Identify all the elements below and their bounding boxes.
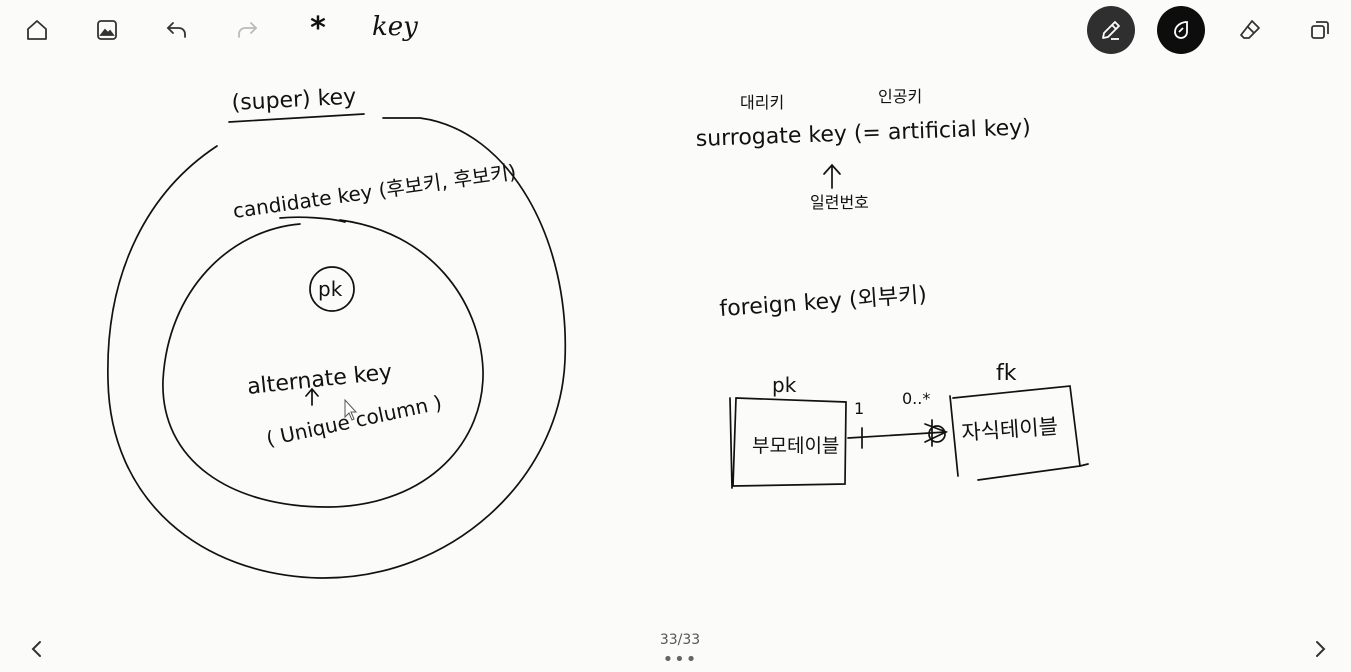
- page-title[interactable]: key: [372, 12, 418, 42]
- surrogate-key-label: surrogate key (= artificial key): [695, 115, 1031, 152]
- undo-icon: [166, 22, 186, 38]
- parent-table-label: 부모테이블: [752, 435, 839, 457]
- pen-icon: [1102, 21, 1120, 40]
- page-indicator: 33/33: [659, 632, 701, 648]
- eraser-icon: [1240, 20, 1260, 39]
- mouse-cursor-icon: [344, 399, 358, 421]
- previous-page-button[interactable]: [20, 632, 54, 666]
- eraser-button[interactable]: [1230, 10, 1270, 50]
- pk-circle-label: pk: [318, 277, 343, 301]
- redo-icon: [238, 22, 258, 38]
- insert-image-button[interactable]: [87, 10, 127, 50]
- expand-icon: [1311, 21, 1329, 39]
- chevron-right-icon: [1316, 641, 1326, 657]
- undo-button[interactable]: [157, 10, 197, 50]
- home-icon: [27, 20, 47, 40]
- surrogate-kr-left: 대리키: [740, 93, 784, 112]
- fk-table-label: fk: [996, 361, 1017, 386]
- handwritten-diagram: (super) key candidate key (후보키, 후보키) pk …: [107, 85, 1089, 579]
- more-options-button[interactable]: •••: [660, 651, 700, 669]
- redo-button[interactable]: [227, 10, 267, 50]
- surrogate-arrow: [823, 163, 841, 189]
- chevron-left-icon: [31, 641, 41, 657]
- surrogate-kr-right: 인공키: [878, 87, 922, 106]
- foreign-key-label: foreign key (외부키): [719, 283, 928, 322]
- image-icon: [97, 20, 117, 40]
- super-key-underline: [228, 113, 365, 123]
- ink-tool-button[interactable]: [1157, 6, 1205, 54]
- toolbar: * key: [0, 0, 1351, 62]
- pen-tool-button[interactable]: [1087, 6, 1135, 54]
- child-table-label: 자식테이블: [961, 414, 1059, 445]
- candidate-key-outline: [162, 219, 484, 508]
- next-page-button[interactable]: [1303, 632, 1337, 666]
- drawing-canvas[interactable]: (super) key candidate key (후보키, 후보키) pk …: [0, 62, 1351, 622]
- ink-drop-icon: [1174, 21, 1188, 39]
- one-label: 1: [854, 399, 864, 418]
- candidate-key-label: candidate key (후보키, 후보키): [231, 159, 517, 223]
- star-icon: *: [310, 10, 326, 46]
- candidate-underline: [279, 216, 346, 223]
- serial-number-label: 일련번호: [810, 193, 869, 212]
- many-label: 0..*: [902, 389, 930, 408]
- pk-table-label: pk: [772, 373, 797, 397]
- alternate-key-label: alternate key: [246, 360, 393, 400]
- favorite-button[interactable]: *: [298, 8, 338, 48]
- fullscreen-button[interactable]: [1300, 10, 1340, 50]
- super-key-label: (super) key: [231, 85, 357, 116]
- home-button[interactable]: [17, 10, 57, 50]
